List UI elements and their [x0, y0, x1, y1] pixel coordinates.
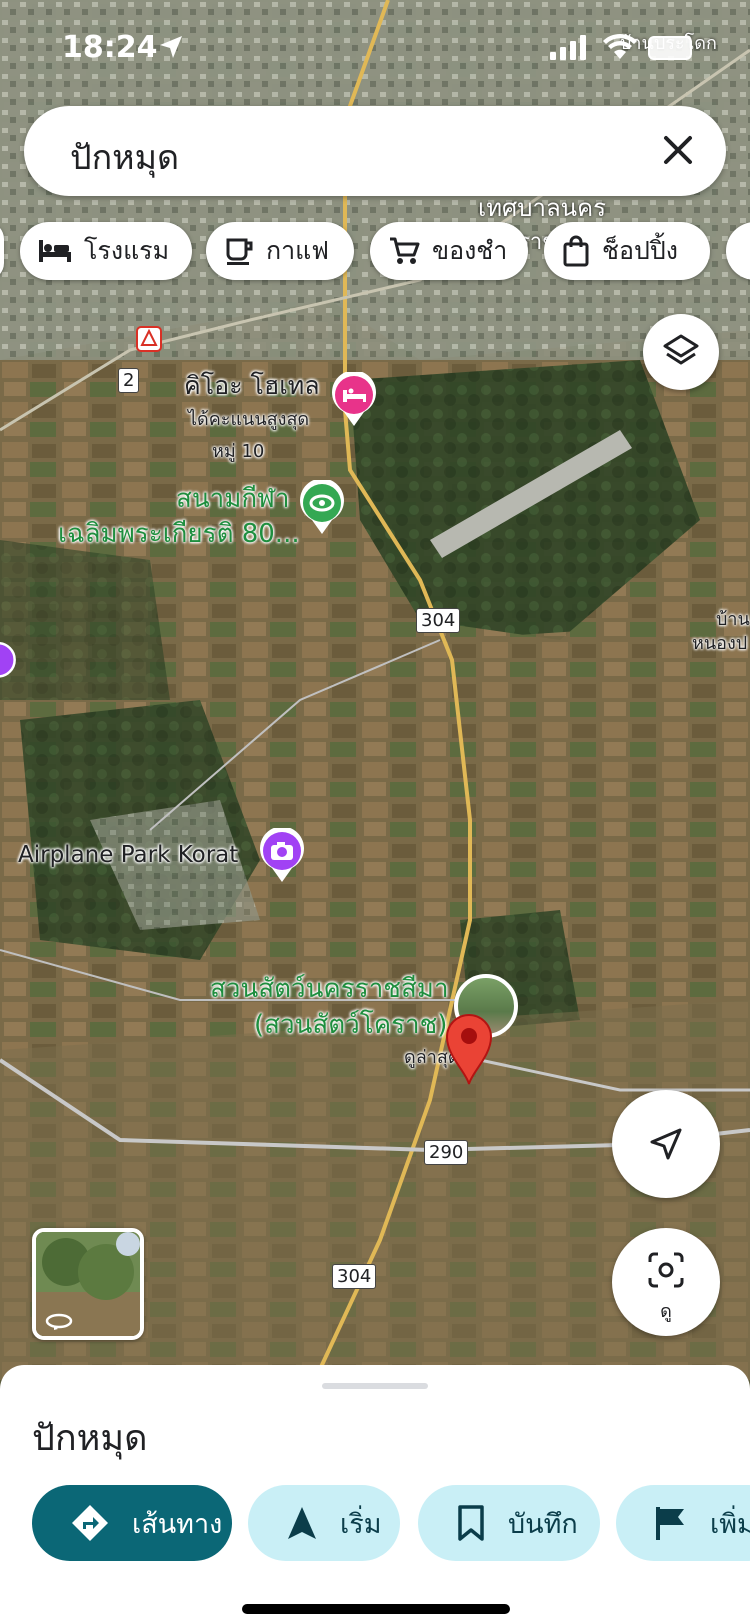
street-view-thumbnail[interactable]	[32, 1228, 144, 1340]
chip-partial-right[interactable]	[726, 222, 750, 280]
road-shield: 290	[424, 1140, 469, 1165]
cellular-signal-icon	[550, 35, 586, 60]
place-title: ปักหมุด	[32, 1418, 148, 1459]
search-bar[interactable]: ปักหมุด	[24, 106, 726, 196]
chip-label: ของชำ	[432, 236, 508, 265]
flag-icon	[656, 1507, 684, 1540]
road-shield: 2	[118, 368, 140, 393]
add-label-button[interactable]: เพิ่มป้ายกำกับ	[616, 1485, 750, 1561]
chip-label: โรงแรม	[84, 236, 170, 265]
category-chips: โรงแรม กาแฟ ของชำ ช็อปปิ้ง	[0, 222, 750, 282]
map-label-right-village-2: หนองป	[692, 633, 748, 654]
map-label-hotel-sub: ได้คะแนนสูงสุด	[188, 409, 310, 430]
lens-label: ดู	[660, 1301, 672, 1322]
map-label-airplane-park: Airplane Park Korat	[18, 842, 239, 868]
lens-button[interactable]: ดู	[612, 1228, 720, 1336]
shopping-bag-icon	[563, 235, 589, 267]
directions-label: เส้นทาง	[132, 1508, 223, 1540]
camera-lens-icon	[648, 1252, 684, 1288]
layers-button[interactable]	[643, 314, 719, 390]
home-indicator[interactable]	[242, 1604, 510, 1614]
bookmark-icon	[458, 1505, 484, 1541]
status-bar: 18:24	[0, 0, 750, 100]
chip-partial-left[interactable]	[0, 222, 4, 280]
drag-handle[interactable]	[322, 1383, 428, 1389]
save-button[interactable]: บันทึก	[418, 1485, 600, 1561]
navigation-arrow-outline-icon	[650, 1128, 682, 1160]
map-label-zoo-2: (สวนสัตว์โคราช)	[254, 1010, 448, 1040]
status-time: 18:24	[62, 30, 158, 65]
map-label-moo: หมู่ 10	[212, 441, 265, 462]
chip-coffee[interactable]: กาแฟ	[206, 222, 354, 280]
location-arrow-icon	[160, 36, 182, 58]
battery-icon	[648, 36, 692, 60]
chip-hotels[interactable]: โรงแรม	[20, 222, 192, 280]
chip-label: ช็อปปิ้ง	[602, 236, 678, 265]
map-label-stadium-2: เฉลิมพระเกียรติ 80...	[58, 519, 300, 549]
attraction-marker-icon[interactable]	[0, 640, 18, 688]
rotate-360-icon	[45, 1313, 73, 1330]
directions-icon	[72, 1505, 108, 1541]
start-button[interactable]: เริ่ม	[248, 1485, 400, 1561]
map-label-zoo-1: สวนสัตว์นครราชสีมา	[210, 974, 449, 1004]
search-query[interactable]: ปักหมุด	[70, 130, 179, 184]
cart-icon	[390, 237, 420, 264]
directions-button[interactable]: เส้นทาง	[32, 1485, 232, 1561]
my-location-button[interactable]	[612, 1090, 720, 1198]
navigation-arrow-icon	[288, 1507, 316, 1539]
save-label: บันทึก	[508, 1508, 578, 1540]
road-shield: 304	[332, 1264, 377, 1289]
start-label: เริ่ม	[340, 1508, 382, 1540]
chip-groceries[interactable]: ของชำ	[370, 222, 528, 280]
chip-label: กาแฟ	[266, 236, 329, 265]
wifi-icon	[603, 33, 637, 59]
camera-marker-icon[interactable]	[258, 828, 306, 884]
add-label-label: เพิ่มป้ายกำกับ	[710, 1508, 750, 1540]
hotel-marker-icon[interactable]	[330, 372, 378, 428]
dropped-pin-icon[interactable]	[444, 1012, 494, 1086]
road-shield: 304	[416, 608, 461, 633]
close-icon[interactable]	[658, 130, 698, 170]
bed-icon	[39, 240, 71, 262]
stadium-marker-icon[interactable]	[298, 480, 346, 536]
map-label-hotel: คิโอะ โฮเทล	[184, 371, 320, 400]
place-bottom-sheet[interactable]: ปักหมุด เส้นทาง เริ่ม บันทึก เพิ่มป้ายกำ…	[0, 1365, 750, 1623]
chip-shopping[interactable]: ช็อปปิ้ง	[544, 222, 710, 280]
layers-icon	[663, 334, 699, 365]
train-station-icon[interactable]	[136, 326, 162, 352]
coffee-icon	[226, 238, 253, 265]
